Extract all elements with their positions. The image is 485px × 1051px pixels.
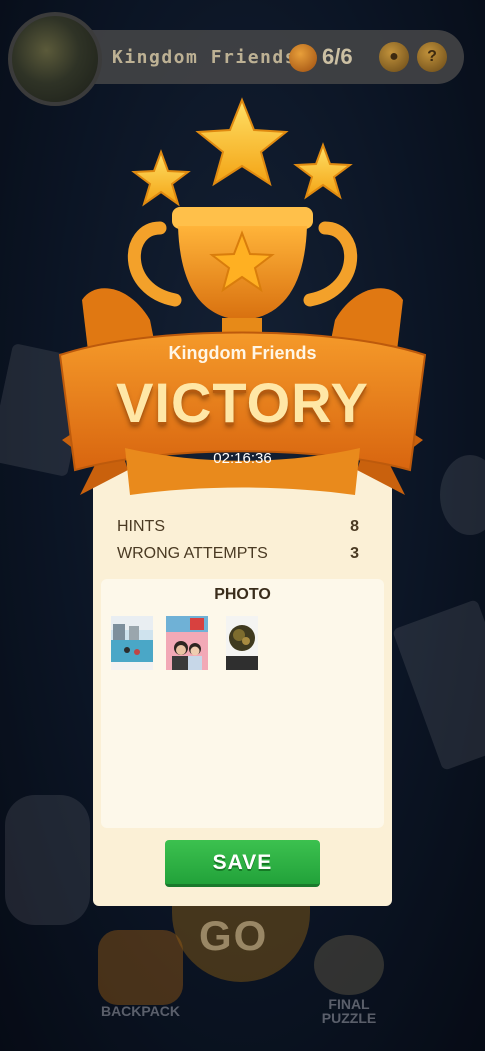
photo-thumbnail[interactable] (226, 616, 258, 670)
stat-row-hints: HINTS 8 (117, 518, 359, 536)
stat-label: WRONG ATTEMPTS (117, 545, 268, 562)
completion-time: 02:16:36 (213, 450, 272, 467)
go-button-label: GO (199, 912, 269, 959)
star-icon (131, 149, 191, 207)
star-icon (293, 142, 353, 200)
stat-label: HINTS (117, 518, 165, 535)
backpack-nav-icon[interactable] (98, 930, 183, 1005)
backpack-nav-label: BACKPACK (100, 1003, 181, 1019)
star-icon (195, 97, 289, 187)
photo-thumbnail[interactable] (166, 616, 208, 670)
save-button[interactable]: SAVE (165, 840, 320, 887)
banner-subtitle: Kingdom Friends (168, 343, 317, 363)
trophy-icon (127, 207, 358, 340)
stat-row-wrong-attempts: WRONG ATTEMPTS 3 (117, 545, 359, 563)
final-puzzle-nav-label: FINAL PUZZLE (321, 996, 377, 1026)
stat-value: 3 (350, 545, 359, 562)
photo-title: PHOTO (214, 586, 271, 603)
final-puzzle-nav-icon[interactable] (314, 935, 384, 995)
photo-thumbnail[interactable] (111, 616, 153, 670)
stat-value: 8 (350, 518, 359, 535)
banner-title: VICTORY (116, 371, 369, 434)
